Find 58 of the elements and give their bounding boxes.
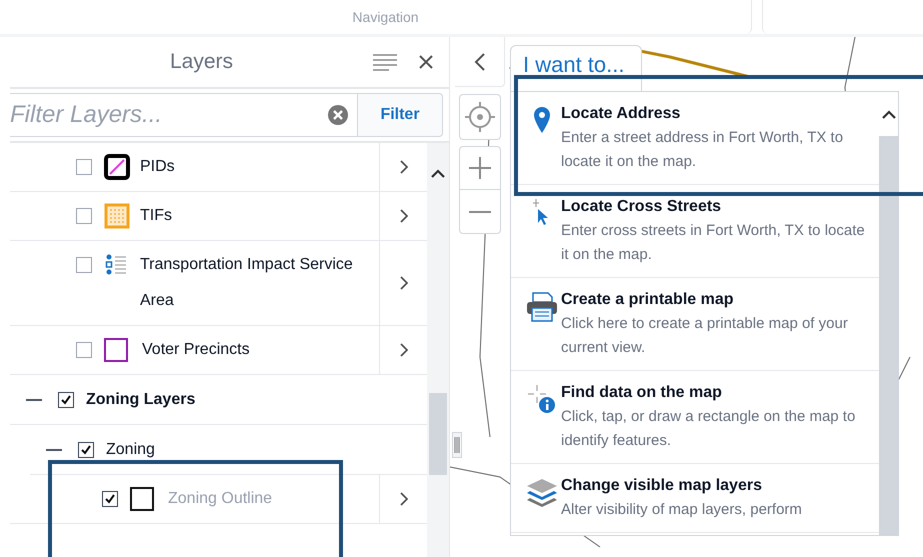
menu-scrollbar[interactable] — [879, 92, 898, 535]
menu-item[interactable]: Change visible map layers Alter visibility of map layers, perform — [511, 464, 879, 533]
filter-field[interactable]: Filter Layers... — [10, 93, 358, 137]
checkbox[interactable] — [58, 392, 74, 408]
clear-icon[interactable] — [328, 105, 348, 125]
chevron-right-icon[interactable] — [400, 343, 408, 357]
panel-title: Layers — [168, 49, 234, 76]
layer-label: Transportation Impact Service Area — [140, 255, 354, 311]
scroll-thumb[interactable] — [429, 393, 448, 475]
close-icon[interactable] — [419, 55, 433, 69]
layer-label: Zoning Outline — [168, 489, 272, 509]
layer-label: Voter Precincts — [142, 340, 250, 360]
menu-item-title: Create a printable map — [561, 290, 734, 310]
scroll-up-icon[interactable] — [431, 169, 446, 178]
printer-icon — [526, 292, 558, 322]
check-icon — [60, 394, 72, 406]
layer-label: TIFs — [140, 206, 172, 226]
menu-icon[interactable] — [373, 53, 397, 71]
dotted-swatch-icon — [104, 203, 130, 229]
menu-item[interactable]: Create a printable map Click here to create a printable map of your current view. — [511, 278, 879, 371]
chevron-right-icon[interactable] — [400, 492, 408, 506]
layers-icon — [526, 478, 558, 508]
layer-label: PIDs — [140, 157, 175, 177]
crosshair-icon — [465, 102, 495, 132]
drag-handle-icon[interactable] — [454, 437, 460, 453]
chevron-left-icon — [474, 52, 486, 72]
identify-icon — [528, 385, 556, 415]
plus-icon — [469, 157, 491, 179]
menu-item-description: Click here to create a printable map of your current view. — [561, 314, 849, 358]
filter-button[interactable]: Filter — [358, 93, 443, 137]
checkbox[interactable] — [76, 159, 92, 175]
menu-item-description: Alter visibility of map layers, perform — [561, 500, 802, 520]
group-label: Zoning — [106, 440, 155, 460]
check-icon — [80, 444, 92, 456]
chevron-right-icon[interactable] — [400, 276, 408, 290]
menu-item-description: Enter cross streets in Fort Worth, TX to locate it on the map. — [561, 221, 866, 265]
hatched-swatch-icon — [104, 154, 130, 180]
i-want-to-tab[interactable]: I want to... — [510, 45, 642, 91]
locate-button[interactable] — [459, 94, 501, 140]
menu-item-title: Locate Cross Streets — [561, 197, 722, 217]
navigation-title: Navigation — [352, 8, 419, 27]
menu-item-title: Change visible map layers — [561, 476, 763, 496]
check-icon — [104, 493, 116, 505]
checkbox[interactable] — [76, 257, 92, 273]
minus-icon — [469, 210, 491, 214]
checkbox[interactable] — [76, 208, 92, 224]
menu-item-title: Find data on the map — [561, 383, 723, 403]
menu-item-title: Locate Address — [561, 104, 682, 124]
chevron-right-icon[interactable] — [400, 160, 408, 174]
menu-item-description: Click, tap, or draw a rectangle on the map to identify features. — [561, 407, 856, 451]
group-label: Zoning Layers — [86, 390, 196, 410]
map-pin-icon — [533, 106, 551, 134]
chevron-right-icon[interactable] — [400, 209, 408, 223]
menu-item-description: Enter a street address in Fort Worth, TX to locate it on the map. — [561, 128, 844, 172]
scrollbar[interactable] — [427, 143, 449, 557]
scroll-up-icon[interactable] — [882, 110, 896, 118]
checkbox[interactable] — [76, 342, 92, 358]
checkbox[interactable] — [78, 442, 94, 458]
